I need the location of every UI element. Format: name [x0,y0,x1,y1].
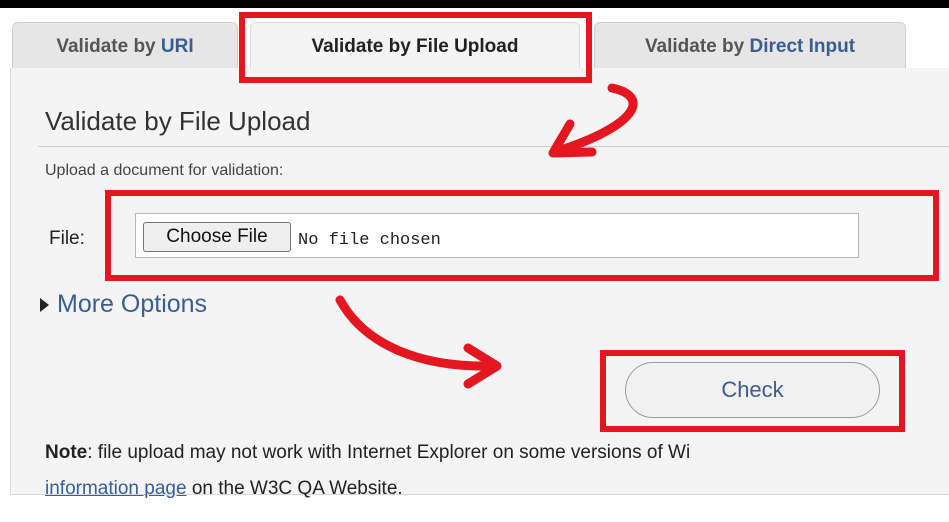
arrow-right-icon [335,295,499,371]
annotation-arrows [335,83,638,389]
arrow-down-left-icon [550,83,638,157]
